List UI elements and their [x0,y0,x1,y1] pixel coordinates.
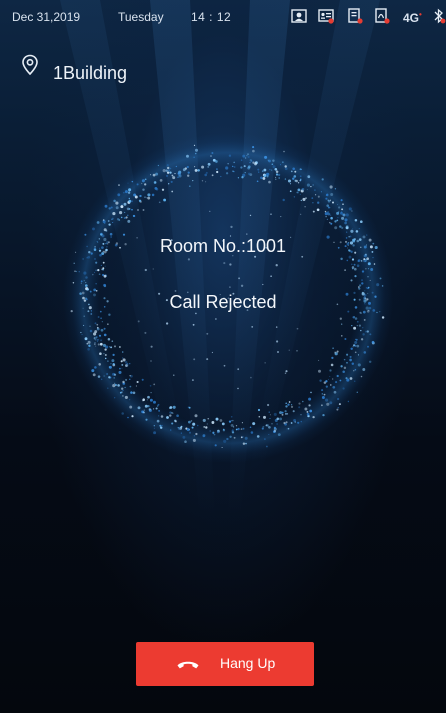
hang-up-button[interactable]: Hang Up [136,642,314,686]
room-number: Room No.:1001 [159,236,287,256]
4g-signal-icon: 4G• [403,10,422,25]
status-weekday: Tuesday [118,10,164,24]
card-reader-icon [347,8,363,24]
location-pin-icon [21,54,39,76]
face-recognition-icon [291,8,307,24]
call-screen: Dec 31,2019 Tuesday 14 : 12 4G• 1Buildin… [0,0,446,713]
location-label: 1Building [53,63,128,83]
status-time: 14 : 12 [191,10,232,24]
phone-hangup-icon [176,656,200,672]
fingerprint-card-icon [374,8,390,24]
network-label: 4G [403,11,420,25]
hang-up-label: Hang Up [220,655,276,671]
id-card-icon [318,8,334,24]
status-bar: Dec 31,2019 Tuesday 14 : 12 4G• [0,0,446,34]
call-status: Call Rejected [169,292,277,312]
bluetooth-icon [432,8,446,24]
status-date: Dec 31,2019 [12,10,81,24]
